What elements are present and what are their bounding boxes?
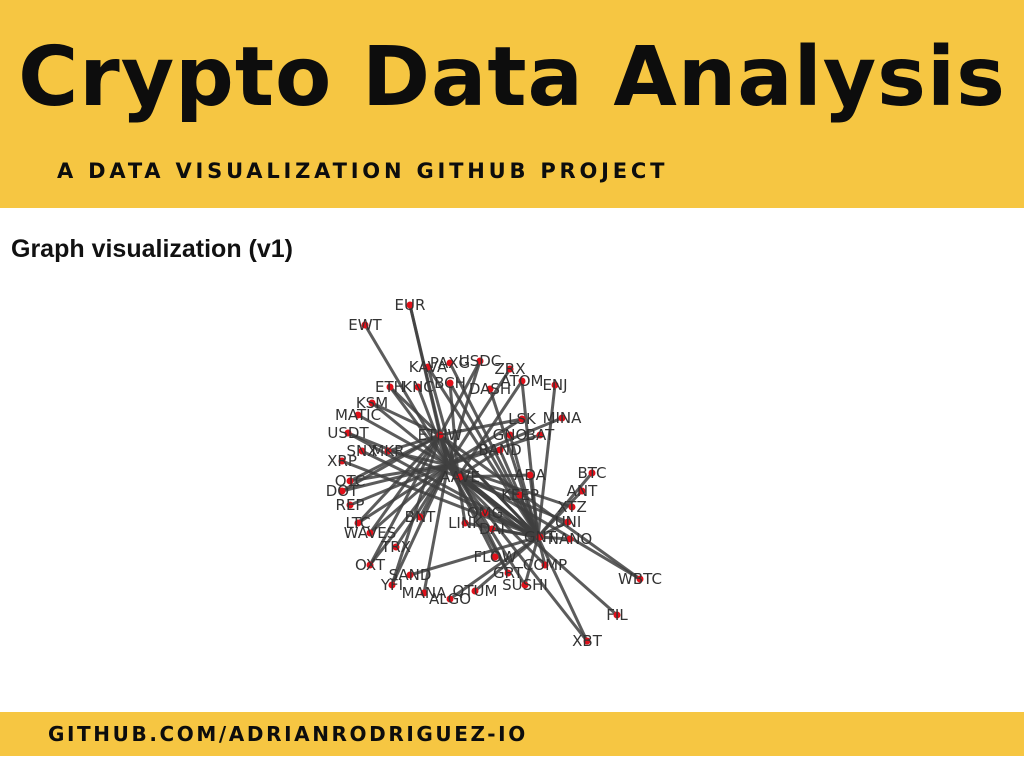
graph-label-xbt: XBT	[572, 632, 603, 650]
graph-label-btc: BTC	[577, 464, 606, 482]
graph-label-ewt: EWT	[348, 316, 382, 334]
graph-label-uni: UNI	[555, 513, 582, 531]
graph-label-mkr: MKR	[371, 442, 404, 460]
graph-label-aave: AAVE	[440, 468, 480, 486]
graph-label-algo: ALGO	[429, 590, 471, 608]
graph-label-wbtc: WBTC	[618, 570, 662, 588]
graph-label-dai: DAI	[479, 520, 505, 538]
graph-label-fil: FIL	[606, 606, 628, 624]
graph-label-mina: MINA	[543, 409, 583, 427]
graph-label-bnt: BNT	[405, 508, 437, 526]
section-title: Graph visualization (v1)	[11, 235, 294, 263]
footer-banner: GITHUB.COM/ADRIANRODRIGUEZ-IO	[0, 712, 1024, 756]
page-title: Crypto Data Analysis	[18, 30, 1006, 125]
github-link[interactable]: GITHUB.COM/ADRIANRODRIGUEZ-IO	[48, 721, 528, 747]
graph-label-ada: ADA	[514, 466, 547, 484]
graph-label-trx: TRX	[380, 538, 411, 556]
header-banner: Crypto Data Analysis A DATA VISUALIZATIO…	[0, 0, 1024, 208]
graph-label-band: BAND	[478, 441, 521, 459]
graph-label-oxt: OXT	[355, 556, 386, 574]
graph-label-dash: DASH	[469, 380, 511, 398]
graph-label-keep: KEEP	[501, 486, 539, 504]
graph-label-grt: GRT	[493, 564, 524, 582]
graph-label-rep: REP	[336, 496, 365, 514]
graph-label-comp: COMP	[523, 556, 567, 574]
graph-label-nano: NANO	[548, 530, 593, 548]
graph-label-knc: KNC	[402, 378, 434, 396]
graph-label-eur: EUR	[395, 296, 426, 314]
graph-label-enj: ENJ	[542, 376, 567, 394]
network-graph: EUREWTKAVAPAXGUSDCZRXATOMENJETHKNC BCH DAS…	[326, 296, 662, 650]
graph-label-yfi: YFI	[380, 576, 403, 594]
graph-label-bat: BAT	[526, 426, 555, 444]
graph-label-matic: MATIC	[335, 406, 381, 424]
graph-label-ethw: ETHW	[418, 426, 463, 444]
page-subtitle: A DATA VISUALIZATION GITHUB PROJECT	[57, 159, 669, 183]
graph-label-xrp: XRP	[327, 452, 357, 470]
graph-label-usdt: USDT	[327, 424, 369, 442]
graph-label-bch: BCH	[434, 374, 466, 392]
